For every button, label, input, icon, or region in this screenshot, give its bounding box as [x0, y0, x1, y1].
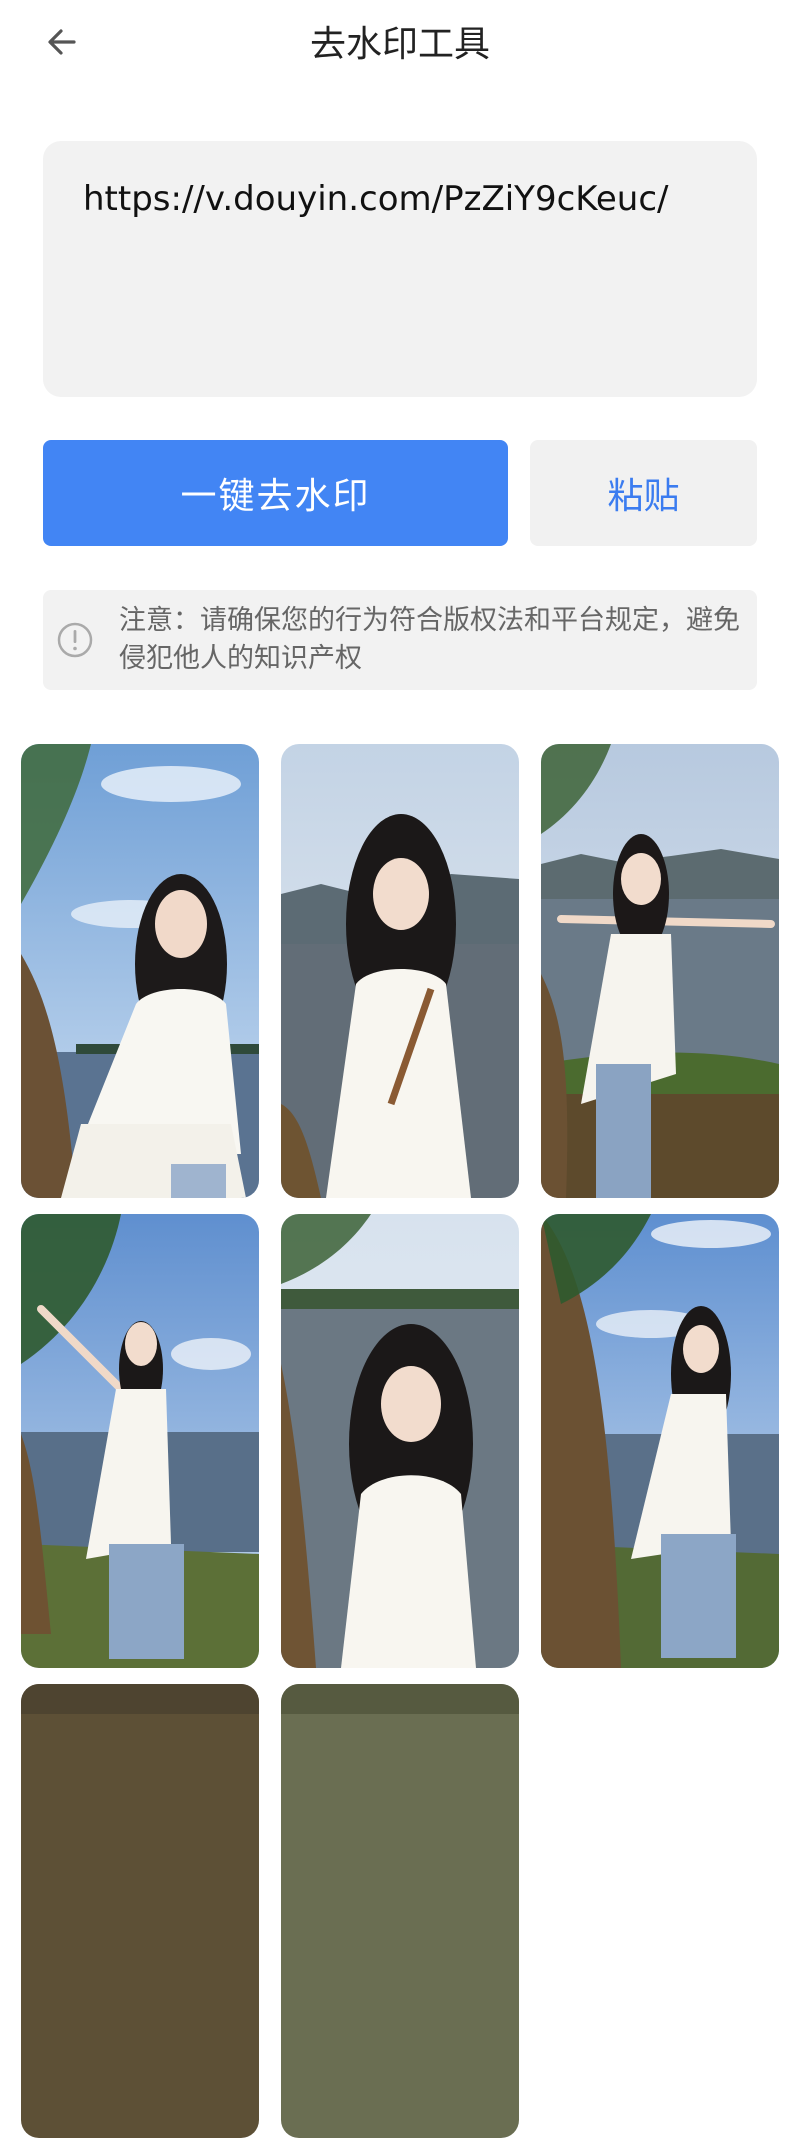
notice-banner: 注意：请确保您的行为符合版权法和平台规定，避免侵犯他人的知识产权	[43, 590, 757, 690]
url-input[interactable]: https://v.douyin.com/PzZiY9cKeuc/	[83, 175, 717, 363]
photo-thumbnail[interactable]	[541, 1214, 779, 1668]
photo-thumbnail[interactable]	[541, 744, 779, 1198]
top-bar: 去水印工具	[0, 0, 800, 90]
photo-thumbnail[interactable]	[21, 1684, 259, 2138]
notice-text: 注意：请确保您的行为符合版权法和平台规定，避免侵犯他人的知识产权	[119, 605, 740, 674]
url-input-box[interactable]: https://v.douyin.com/PzZiY9cKeuc/	[43, 141, 757, 397]
photo-thumbnail[interactable]	[21, 744, 259, 1198]
photo-thumbnail[interactable]	[281, 1684, 519, 2138]
photo-thumbnail[interactable]	[281, 744, 519, 1198]
photo-thumbnail[interactable]	[281, 1214, 519, 1668]
paste-button[interactable]: 粘贴	[530, 440, 757, 546]
remove-watermark-button[interactable]: 一键去水印	[43, 440, 508, 546]
photo-thumbnail[interactable]	[21, 1214, 259, 1668]
exclamation-circle-icon	[57, 622, 93, 658]
page-title: 去水印工具	[309, 24, 490, 65]
